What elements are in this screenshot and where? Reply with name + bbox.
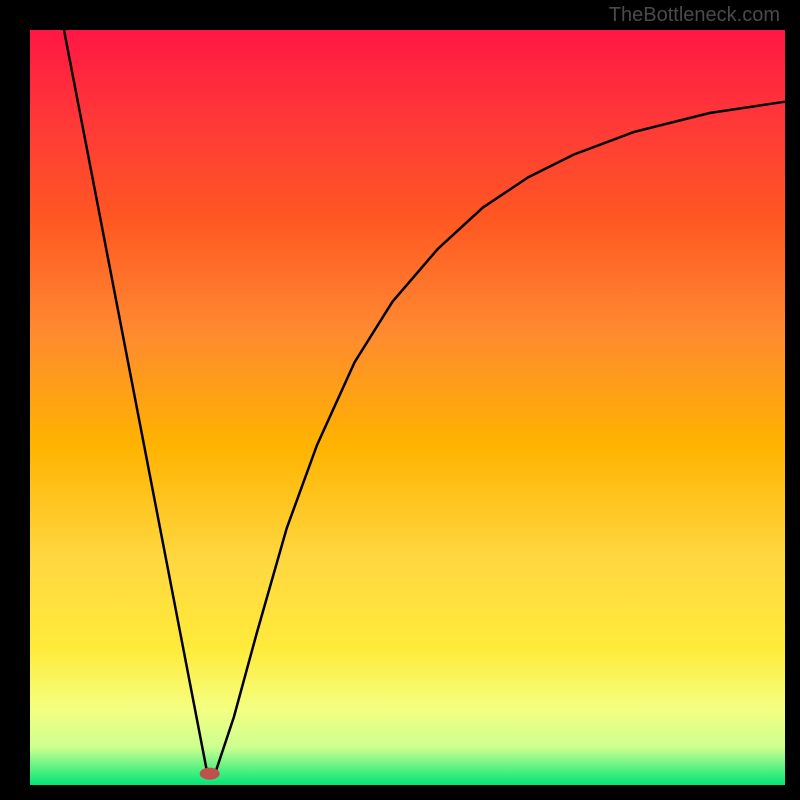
watermark-text: TheBottleneck.com: [609, 4, 780, 27]
optimal-point-marker: [200, 768, 220, 780]
bottleneck-chart: [0, 0, 800, 800]
plot-background: [30, 30, 785, 785]
chart-container: TheBottleneck.com: [0, 0, 800, 800]
